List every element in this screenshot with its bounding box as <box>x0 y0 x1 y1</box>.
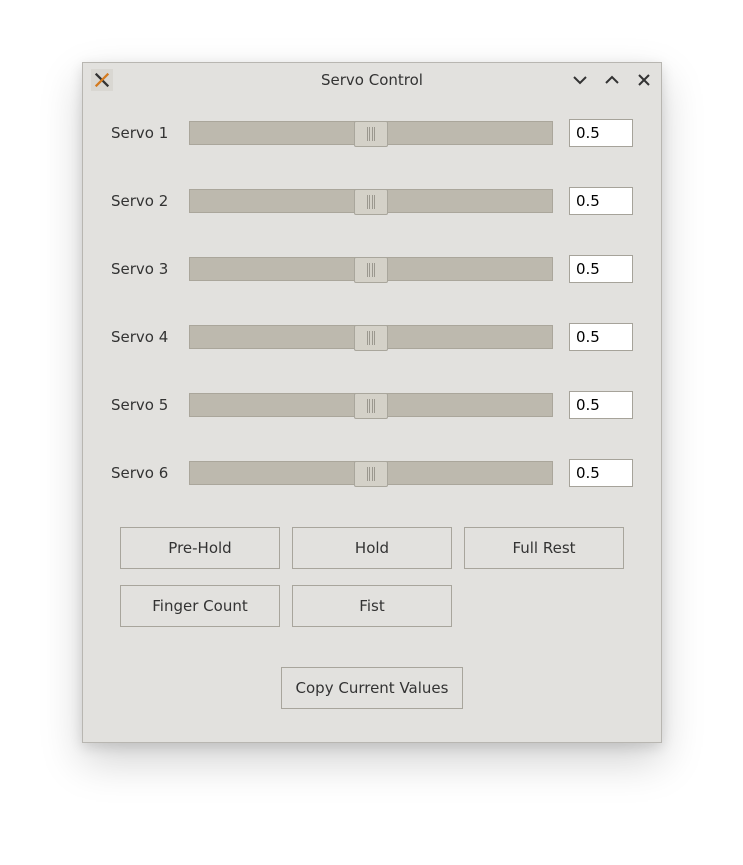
window: Servo Control Servo 1 <box>82 62 662 743</box>
slider-track <box>189 461 553 485</box>
content-area: Servo 1 Servo 2 Se <box>83 97 661 733</box>
servo-slider-2[interactable] <box>189 189 553 213</box>
slider-track <box>189 393 553 417</box>
servo-slider-4[interactable] <box>189 325 553 349</box>
servo-label: Servo 2 <box>111 192 173 210</box>
servo-value-5[interactable] <box>569 391 633 419</box>
window-controls <box>571 71 653 89</box>
servo-label: Servo 5 <box>111 396 173 414</box>
servo-slider-5[interactable] <box>189 393 553 417</box>
slider-thumb[interactable] <box>354 393 388 419</box>
fullrest-button[interactable]: Full Rest <box>464 527 624 569</box>
servo-label: Servo 3 <box>111 260 173 278</box>
servo-row-6: Servo 6 <box>111 459 633 487</box>
minimize-button[interactable] <box>571 71 589 89</box>
servo-row-1: Servo 1 <box>111 119 633 147</box>
servo-row-2: Servo 2 <box>111 187 633 215</box>
slider-track <box>189 257 553 281</box>
servo-row-5: Servo 5 <box>111 391 633 419</box>
copy-values-button[interactable]: Copy Current Values <box>281 667 463 709</box>
servo-value-3[interactable] <box>569 255 633 283</box>
servo-label: Servo 1 <box>111 124 173 142</box>
slider-thumb[interactable] <box>354 121 388 147</box>
close-button[interactable] <box>635 71 653 89</box>
servo-row-4: Servo 4 <box>111 323 633 351</box>
slider-track <box>189 325 553 349</box>
servo-value-1[interactable] <box>569 119 633 147</box>
servo-label: Servo 6 <box>111 464 173 482</box>
servo-slider-1[interactable] <box>189 121 553 145</box>
copy-row: Copy Current Values <box>111 667 633 709</box>
titlebar-left <box>91 69 113 91</box>
preset-buttons: Pre-Hold Hold Full Rest Finger Count Fis… <box>111 527 633 627</box>
servo-label: Servo 4 <box>111 328 173 346</box>
slider-thumb[interactable] <box>354 257 388 283</box>
slider-track <box>189 189 553 213</box>
titlebar[interactable]: Servo Control <box>83 63 661 97</box>
servo-value-6[interactable] <box>569 459 633 487</box>
servo-row-3: Servo 3 <box>111 255 633 283</box>
slider-thumb[interactable] <box>354 189 388 215</box>
fist-button[interactable]: Fist <box>292 585 452 627</box>
hold-button[interactable]: Hold <box>292 527 452 569</box>
slider-thumb[interactable] <box>354 325 388 351</box>
servo-slider-3[interactable] <box>189 257 553 281</box>
slider-thumb[interactable] <box>354 461 388 487</box>
servo-value-2[interactable] <box>569 187 633 215</box>
slider-track <box>189 121 553 145</box>
fingercount-button[interactable]: Finger Count <box>120 585 280 627</box>
prehold-button[interactable]: Pre-Hold <box>120 527 280 569</box>
servo-slider-6[interactable] <box>189 461 553 485</box>
app-icon <box>91 69 113 91</box>
servo-value-4[interactable] <box>569 323 633 351</box>
maximize-button[interactable] <box>603 71 621 89</box>
